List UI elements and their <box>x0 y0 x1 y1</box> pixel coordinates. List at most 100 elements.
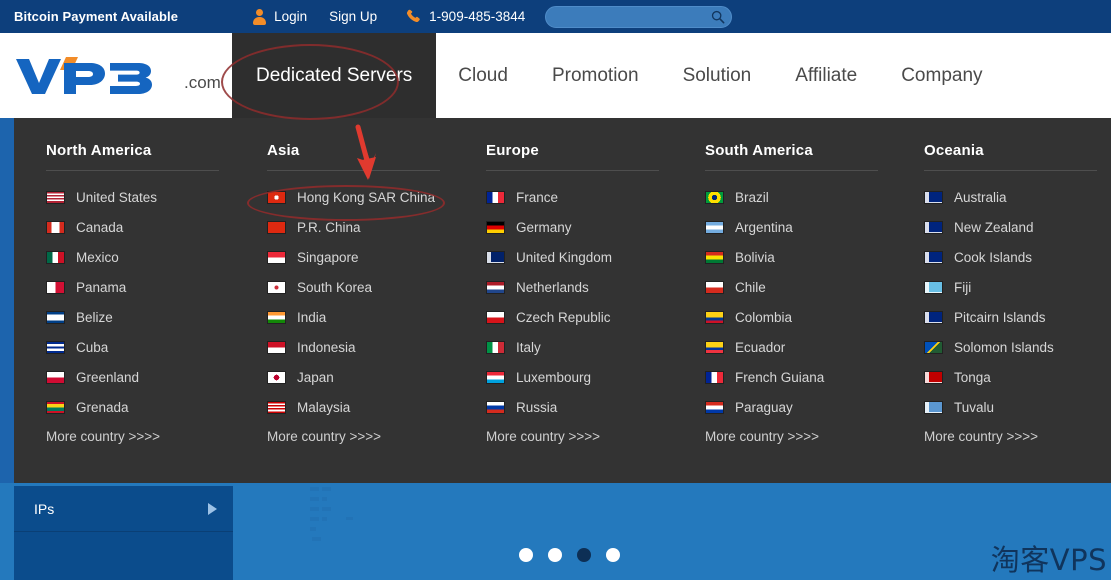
country-item[interactable]: United Kingdom <box>486 242 673 272</box>
mega-menu-column-north-america: North America United StatesCanadaMexicoPa… <box>14 142 235 483</box>
country-label: Greenland <box>76 370 139 385</box>
country-item[interactable]: Russia <box>486 392 673 422</box>
country-item[interactable]: Pitcairn Islands <box>924 302 1111 332</box>
country-item[interactable]: Bolivia <box>705 242 892 272</box>
signup-link[interactable]: Sign Up <box>329 9 377 24</box>
country-item[interactable]: Solomon Islands <box>924 332 1111 362</box>
nav-item-dedicated-servers[interactable]: Dedicated Servers <box>232 33 436 118</box>
nav-item-promotion[interactable]: Promotion <box>530 33 661 118</box>
country-item[interactable]: Mexico <box>46 242 235 272</box>
country-item[interactable]: Paraguay <box>705 392 892 422</box>
site-logo[interactable]: .com <box>12 53 221 97</box>
country-item[interactable]: Fiji <box>924 272 1111 302</box>
country-label: Belize <box>76 310 113 325</box>
country-item[interactable]: United States <box>46 182 235 212</box>
search-icon[interactable] <box>710 9 726 25</box>
country-item[interactable]: Indonesia <box>267 332 454 362</box>
nav-item-solution[interactable]: Solution <box>661 33 774 118</box>
nav-item-cloud[interactable]: Cloud <box>436 33 530 118</box>
country-item[interactable]: Germany <box>486 212 673 242</box>
country-item[interactable]: Chile <box>705 272 892 302</box>
flag-br-icon <box>705 191 724 204</box>
flag-bz-icon <box>46 311 65 324</box>
mega-menu-column-europe: Europe France Germany United Kingdom Netherl… <box>454 142 673 483</box>
user-icon <box>252 9 267 24</box>
country-item[interactable]: Colombia <box>705 302 892 332</box>
country-item[interactable]: Cuba <box>46 332 235 362</box>
flag-sb-icon <box>924 341 943 354</box>
carousel-dot-3[interactable] <box>577 548 591 562</box>
country-item[interactable]: Cook Islands <box>924 242 1111 272</box>
country-label: Pitcairn Islands <box>954 310 1046 325</box>
country-label: Fiji <box>954 280 971 295</box>
country-item[interactable]: Greenland <box>46 362 235 392</box>
country-item[interactable]: Hong Kong SAR China <box>267 182 454 212</box>
flag-tv-icon <box>924 401 943 414</box>
login-link[interactable]: Login <box>274 9 307 24</box>
country-item[interactable]: Ecuador <box>705 332 892 362</box>
main-navigation: Dedicated Servers Cloud Promotion Soluti… <box>232 33 1005 118</box>
country-item[interactable]: Singapore <box>267 242 454 272</box>
country-item[interactable]: Netherlands <box>486 272 673 302</box>
nav-item-company[interactable]: Company <box>879 33 1004 118</box>
country-item[interactable]: Canada <box>46 212 235 242</box>
carousel-dots <box>519 548 620 562</box>
country-item[interactable]: Belize <box>46 302 235 332</box>
country-label: Indonesia <box>297 340 356 355</box>
flag-id-icon <box>267 341 286 354</box>
country-label: United Kingdom <box>516 250 612 265</box>
country-item[interactable]: India <box>267 302 454 332</box>
country-item[interactable]: New Zealand <box>924 212 1111 242</box>
flag-cn-icon <box>267 221 286 234</box>
country-item[interactable]: Australia <box>924 182 1111 212</box>
nav-item-affiliate[interactable]: Affiliate <box>773 33 879 118</box>
carousel-dot-4[interactable] <box>606 548 620 562</box>
mega-menu-column-title: North America <box>46 142 235 170</box>
flag-nz-icon <box>924 221 943 234</box>
top-utility-bar: Bitcoin Payment Available Login Sign Up … <box>0 0 1111 33</box>
country-item[interactable]: Japan <box>267 362 454 392</box>
country-label: Grenada <box>76 400 129 415</box>
carousel-dot-1[interactable] <box>519 548 533 562</box>
country-item[interactable]: Tuvalu <box>924 392 1111 422</box>
mega-menu-column-title: Europe <box>486 142 673 170</box>
mega-menu-column-asia: AsiaHong Kong SAR ChinaP.R. ChinaSingapo… <box>235 142 454 483</box>
watermark-text: 淘客VPS <box>991 537 1107 579</box>
logo-domain-suffix: .com <box>184 73 221 93</box>
more-country-link[interactable]: More country >>>> <box>486 429 673 444</box>
country-item[interactable]: Panama <box>46 272 235 302</box>
country-item[interactable]: Luxembourg <box>486 362 673 392</box>
sidebar-item-placeholder <box>14 532 233 578</box>
country-item[interactable]: Argentina <box>705 212 892 242</box>
country-label: France <box>516 190 558 205</box>
country-label: Netherlands <box>516 280 589 295</box>
sidebar-item-ips[interactable]: IPs <box>14 486 233 532</box>
country-item[interactable]: Brazil <box>705 182 892 212</box>
country-item[interactable]: Grenada <box>46 392 235 422</box>
flag-ca-icon <box>46 221 65 234</box>
carousel-dot-2[interactable] <box>548 548 562 562</box>
mega-menu-column-oceania: OceaniaAustraliaNew ZealandCook IslandsF… <box>892 142 1111 483</box>
flag-jp-icon <box>267 371 286 384</box>
flag-pn-icon <box>924 311 943 324</box>
divider <box>924 170 1097 171</box>
country-label: Hong Kong SAR China <box>297 190 435 205</box>
more-country-link[interactable]: More country >>>> <box>924 429 1111 444</box>
country-label: Russia <box>516 400 557 415</box>
country-item[interactable]: French Guiana <box>705 362 892 392</box>
search-input[interactable] <box>545 6 732 28</box>
more-country-link[interactable]: More country >>>> <box>46 429 235 444</box>
flag-nl-icon <box>486 281 505 294</box>
country-label: India <box>297 310 326 325</box>
country-item[interactable]: Malaysia <box>267 392 454 422</box>
more-country-link[interactable]: More country >>>> <box>705 429 892 444</box>
country-item[interactable]: Italy <box>486 332 673 362</box>
country-item[interactable]: Tonga <box>924 362 1111 392</box>
country-item[interactable]: P.R. China <box>267 212 454 242</box>
more-country-link[interactable]: More country >>>> <box>267 429 454 444</box>
country-item[interactable]: South Korea <box>267 272 454 302</box>
country-item[interactable]: France <box>486 182 673 212</box>
phone-number[interactable]: 1-909-485-3844 <box>429 9 525 24</box>
flag-sg-icon <box>267 251 286 264</box>
country-item[interactable]: Czech Republic <box>486 302 673 332</box>
